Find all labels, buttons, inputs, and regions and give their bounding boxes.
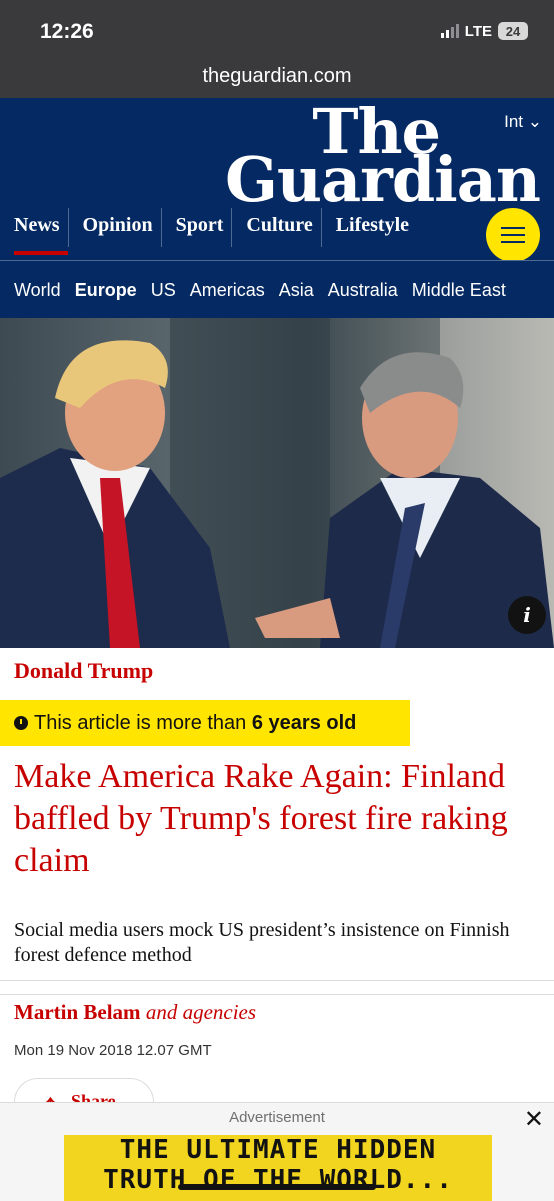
close-icon[interactable]: ✕ — [524, 1105, 544, 1133]
divider — [0, 994, 554, 995]
site-header: Int ⌄ The Guardian News Opinion Sport Cu… — [0, 98, 554, 262]
pillar-nav: News Opinion Sport Culture Lifestyle — [0, 208, 417, 255]
hero-image: i — [0, 318, 554, 648]
status-bar: 12:26 LTE 24 — [0, 0, 554, 56]
ad-line2: TRUTH OF THE WORLD... — [103, 1165, 453, 1195]
age-warning: This article is more than 6 years old — [0, 700, 410, 746]
byline: Martin Belam and agencies — [14, 1000, 256, 1025]
status-indicators: LTE 24 — [440, 22, 528, 40]
article-headline: Make America Rake Again: Finland baffled… — [14, 758, 508, 879]
pillar-sport[interactable]: Sport — [160, 208, 232, 247]
pillar-lifestyle[interactable]: Lifestyle — [320, 208, 417, 247]
pillar-opinion[interactable]: Opinion — [67, 208, 161, 247]
subnav-asia[interactable]: Asia — [279, 280, 314, 301]
subnav-australia[interactable]: Australia — [328, 280, 398, 301]
pillar-news[interactable]: News — [0, 208, 68, 255]
subnav-americas[interactable]: Americas — [190, 280, 265, 301]
publish-date: Mon 19 Nov 2018 12.07 GMT — [14, 1042, 212, 1059]
author-link[interactable]: Martin Belam — [14, 1000, 141, 1024]
menu-button[interactable] — [486, 208, 540, 262]
subnav-middle-east[interactable]: Middle East — [412, 280, 506, 301]
hamburger-icon — [501, 227, 525, 229]
age-warning-text: This article is more than 6 years old — [34, 711, 357, 734]
logo-line2: Guardian — [224, 143, 541, 216]
article-tag[interactable]: Donald Trump — [14, 658, 153, 684]
status-time: 12:26 — [40, 20, 94, 43]
section-subnav: World Europe US Americas Asia Australia … — [0, 260, 554, 319]
guardian-logo[interactable]: The Guardian — [224, 101, 541, 216]
byline-extra: and agencies — [145, 1000, 257, 1024]
signal-icon — [440, 24, 459, 38]
ad-label: Advertisement — [229, 1109, 325, 1126]
address-bar[interactable]: theguardian.com — [0, 56, 554, 98]
subnav-us[interactable]: US — [151, 280, 176, 301]
ad-line1: THE ULTIMATE HIDDEN — [119, 1135, 437, 1165]
home-indicator[interactable] — [178, 1184, 376, 1190]
ad-creative[interactable]: THE ULTIMATE HIDDEN TRUTH OF THE WORLD..… — [64, 1135, 492, 1201]
network-label: LTE — [464, 22, 492, 40]
battery-icon: 24 — [498, 22, 528, 40]
pillar-culture[interactable]: Culture — [231, 208, 320, 247]
hero-photo-illustration — [0, 318, 554, 648]
subnav-world[interactable]: World — [14, 280, 61, 301]
clock-icon — [14, 716, 28, 730]
age-warning-value: 6 years old — [251, 711, 357, 734]
info-icon[interactable]: i — [508, 596, 546, 634]
subnav-europe[interactable]: Europe — [75, 280, 137, 301]
article-standfirst: Social media users mock US president’s i… — [14, 919, 510, 966]
divider — [0, 980, 554, 981]
